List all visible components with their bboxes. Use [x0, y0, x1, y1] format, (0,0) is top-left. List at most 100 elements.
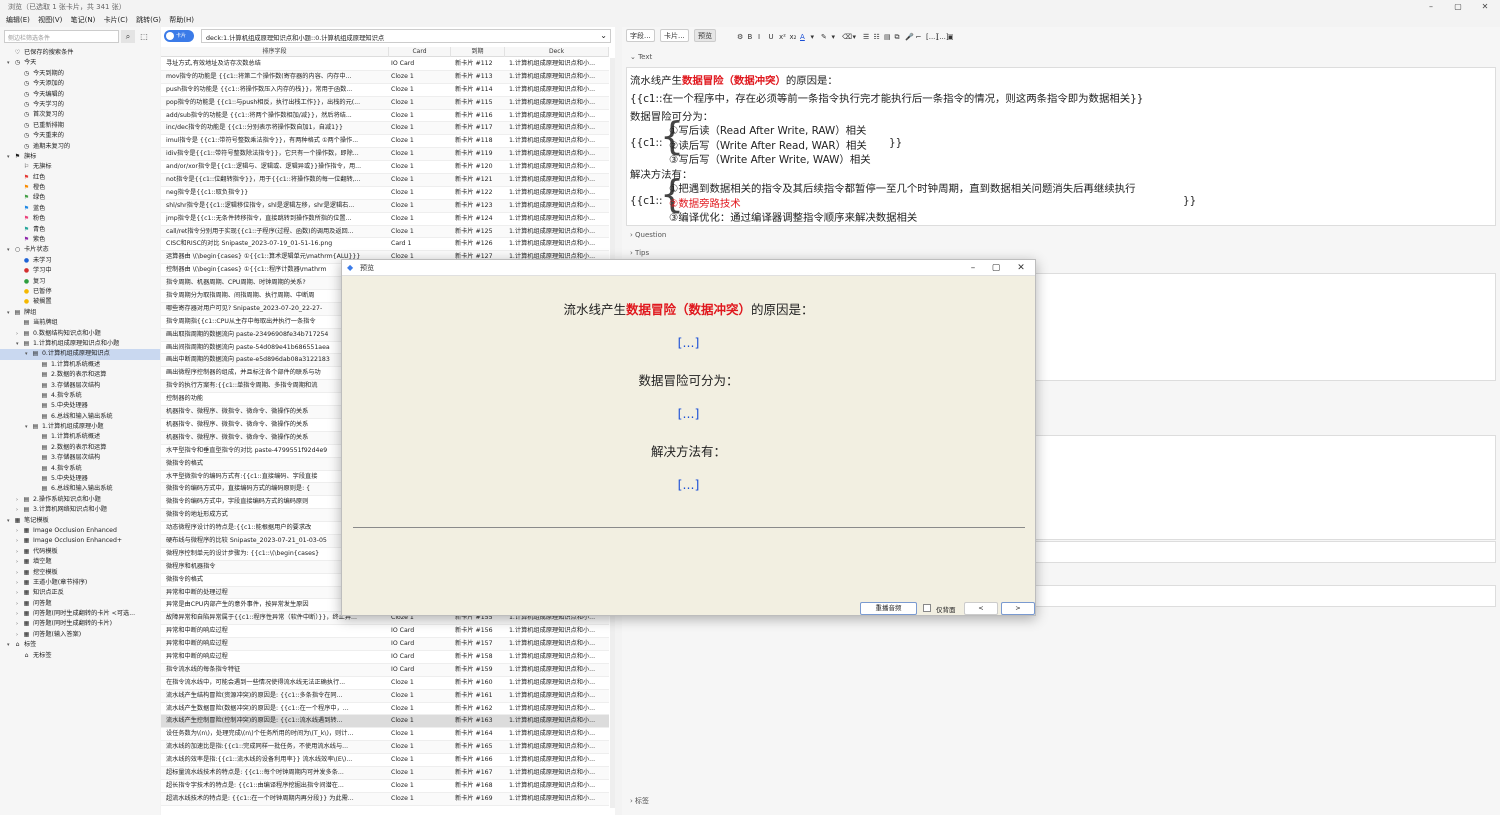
menu-notes[interactable]: 笔记(N): [71, 14, 96, 26]
table-row[interactable]: 指令流水线的每条指令特征 IO Card 新卡片 #159 1.计算机组成原理知识点和…: [161, 663, 609, 677]
expand-arrow-icon[interactable]: ›: [16, 505, 22, 515]
prev-card-button[interactable]: <: [964, 602, 998, 615]
sidebar-item[interactable]: ▤ 2.数据的表示和运算: [0, 370, 160, 380]
expand-arrow-icon[interactable]: ▾: [7, 58, 13, 68]
select-mode-icon[interactable]: ⬚: [137, 30, 151, 43]
sidebar-item[interactable]: ⚑ 红色: [0, 173, 160, 183]
column-card[interactable]: Card: [389, 47, 451, 57]
expand-arrow-icon[interactable]: ›: [16, 536, 22, 546]
sidebar-item[interactable]: ◷ 今天添加的: [0, 79, 160, 89]
sidebar-item[interactable]: ▤ 5.中央处理器: [0, 474, 160, 484]
sidebar-item[interactable]: ◷ 今天学习的: [0, 100, 160, 110]
sidebar-item[interactable]: › ▦ 问答题(同时生成翻转的卡片): [0, 619, 160, 629]
sidebar-item[interactable]: ▤ 2.数据的表示和运算: [0, 443, 160, 453]
table-row[interactable]: idiv指令是{{c1::带符号整数除法指令}}，它只有一个操作数，即除... C…: [161, 148, 609, 162]
dropdown-icon[interactable]: ▾: [829, 31, 839, 44]
sidebar-item[interactable]: ▤ 3.存储器层次结构: [0, 381, 160, 391]
expand-arrow-icon[interactable]: ▾: [7, 152, 13, 162]
sidebar-item[interactable]: ● 未学习: [0, 256, 160, 266]
sidebar-item[interactable]: ⚑ 绿色: [0, 193, 160, 203]
expand-arrow-icon[interactable]: ▾: [7, 640, 13, 650]
expand-arrow-icon[interactable]: ›: [16, 547, 22, 557]
sidebar-item[interactable]: ▤ 4.指令系统: [0, 464, 160, 474]
table-row[interactable]: 超标量流水线技术的特点是: {{c1::每个时钟周期内可并发多条... Cloze…: [161, 766, 609, 780]
sidebar-item[interactable]: ▤ 1.计算机系统概述: [0, 360, 160, 370]
chevron-down-icon[interactable]: ⌄: [600, 31, 607, 40]
sidebar-item[interactable]: ▤ 6.总线和输入输出系统: [0, 412, 160, 422]
sidebar-item[interactable]: ⌂ 无标签: [0, 651, 160, 661]
sidebar-item[interactable]: ▤ 4.指令系统: [0, 391, 160, 401]
sidebar-item[interactable]: ◷ 逾期未复习的: [0, 142, 160, 152]
sidebar-item[interactable]: ● 被搁置: [0, 297, 160, 307]
text-field-editor[interactable]: 流水线产生数据冒险（数据冲突）的原因是： {{c1::在一个程序中，存在必须等前…: [626, 67, 1496, 226]
sidebar-item[interactable]: › ▦ 王道小题(章节排序): [0, 578, 160, 588]
sidebar-item[interactable]: › ▦ 填空题: [0, 557, 160, 567]
sidebar-item[interactable]: ◷ 今天重来的: [0, 131, 160, 141]
sidebar-item[interactable]: › ▦ 代码模板: [0, 547, 160, 557]
expand-arrow-icon[interactable]: ›: [16, 609, 22, 619]
table-row[interactable]: 流水线产生结构冒险(资源冲突)的原因是: {{c1::多条指令在同... Cloz…: [161, 689, 609, 703]
preview-close-button[interactable]: ✕: [1010, 261, 1032, 275]
sidebar-item[interactable]: ▾ ▤ 1.计算机组成原理知识点和小题: [0, 339, 160, 349]
cards-button[interactable]: 卡片...: [660, 29, 689, 42]
sidebar-item[interactable]: ⚑ 粉色: [0, 214, 160, 224]
minimize-button[interactable]: –: [1420, 0, 1442, 13]
table-row[interactable]: 设任务数为\(n\)，处理完成\(n\)个任务所用的时间为\(T_k\)，则计.…: [161, 728, 609, 742]
menu-help[interactable]: 帮助(H): [169, 14, 194, 26]
text-color-icon[interactable]: A: [797, 31, 808, 44]
sidebar-item[interactable]: ▾ ◷ 今天: [0, 58, 160, 68]
sidebar-search-input[interactable]: 侧边栏筛选条件: [4, 30, 119, 43]
table-row[interactable]: 异常和中断的响应过程 IO Card 新卡片 #158 1.计算机组成原理知识点和小.…: [161, 651, 609, 664]
expand-arrow-icon[interactable]: ›: [16, 578, 22, 588]
search-query-input[interactable]: deck:1.计算机组成原理知识点和小题::0.计算机组成原理知识点 ⌄: [201, 29, 611, 43]
sidebar-item[interactable]: ▤ 1.计算机系统概述: [0, 432, 160, 442]
sidebar-item[interactable]: › ▤ 3.计算机网络知识点和小题: [0, 505, 160, 515]
menu-edit[interactable]: 编辑(E): [6, 14, 30, 26]
sidebar-item[interactable]: ● 复习: [0, 277, 160, 287]
expand-arrow-icon[interactable]: ›: [16, 599, 22, 609]
sidebar-item[interactable]: › ▦ 问答题(输入答案): [0, 630, 160, 640]
table-row[interactable]: and/or/xor指令是{{c1::逻辑与、逻辑或、逻辑异或}}操作指令，用.…: [161, 161, 609, 175]
expand-arrow-icon[interactable]: ›: [16, 526, 22, 536]
field-label-tags[interactable]: › 标签: [630, 796, 649, 806]
bold-icon[interactable]: B: [745, 31, 756, 44]
table-row[interactable]: inc/dec指令的功能是 {{c1::分别表示将操作数自加1，自减1}} Clo…: [161, 122, 609, 136]
table-row[interactable]: 流水线的加速比是指:{{c1::完成同样一批任务，不使用流水线与... Cloze…: [161, 741, 609, 755]
image-occlusion-icon[interactable]: ▣: [944, 31, 957, 44]
replay-audio-button[interactable]: 重播音频: [860, 602, 917, 615]
table-row[interactable]: shl/shr指令是{{c1::逻辑移位指令，shl是逻辑左移，shr是逻辑右.…: [161, 199, 609, 213]
table-row[interactable]: pop指令的功能是 {{c1::与push相反，执行出栈工作}}，出栈的元(..…: [161, 96, 609, 110]
sidebar-item[interactable]: › ▦ Image Occlusion Enhanced+: [0, 536, 160, 546]
sidebar-item[interactable]: › ▤ 0.数据结构知识点和小题: [0, 329, 160, 339]
table-row[interactable]: 异常和中断的响应过程 IO Card 新卡片 #156 1.计算机组成原理知识点和小.…: [161, 625, 609, 639]
field-label-tips[interactable]: › Tips: [630, 249, 649, 257]
table-row[interactable]: CISC和RISC的对比 Snipaste_2023-07-19_01-51-1…: [161, 238, 609, 252]
column-due[interactable]: 到期: [451, 47, 505, 57]
sidebar-item[interactable]: ▤ 6.总线和输入输出系统: [0, 484, 160, 494]
expand-arrow-icon[interactable]: ›: [16, 588, 22, 598]
sidebar-item[interactable]: ▾ ▤ 0.计算机组成原理知识点: [0, 349, 160, 360]
table-row[interactable]: imul指令是 {{c1::带符号整数乘法指令}}，有两种格式 ①两个操作...…: [161, 135, 609, 149]
table-row[interactable]: 流水线产生数据冒险(数据冲突)的原因是: {{c1::在一个程序中，... Clo…: [161, 703, 609, 716]
sidebar-item[interactable]: ▾ ▦ 笔记模板: [0, 516, 160, 526]
sidebar-item[interactable]: ⚑ 橙色: [0, 183, 160, 193]
sidebar-item[interactable]: ▤ 3.存储器层次结构: [0, 453, 160, 463]
next-card-button[interactable]: >: [1001, 602, 1035, 615]
expand-arrow-icon[interactable]: ▾: [7, 516, 13, 526]
table-row[interactable]: 寻址方式,有效地址及访存次数总结 IO Card 新卡片 #112 1.计算机组成原理…: [161, 58, 609, 71]
sidebar-item[interactable]: › ▦ 挖空模板: [0, 568, 160, 578]
table-row[interactable]: add/sub指令的功能是 {{c1::将两个操作数相加/减}}，然后将结...…: [161, 110, 609, 123]
table-row[interactable]: neg指令是{{c1::取负指令}} Cloze 1 新卡片 #122 1.计算机组成…: [161, 187, 609, 200]
expand-arrow-icon[interactable]: ▾: [7, 308, 13, 318]
sidebar-item[interactable]: ▾ ⚑ 旗标: [0, 152, 160, 162]
preview-maximize-button[interactable]: ▢: [985, 261, 1007, 275]
expand-arrow-icon[interactable]: ▾: [25, 422, 31, 432]
sidebar-item[interactable]: ♡ 已保存的搜索条件: [0, 48, 160, 58]
sidebar-item[interactable]: ▾ ▤ 牌组: [0, 308, 160, 318]
table-row[interactable]: 流水线的效率是指:{{c1::流水线的设备利用率}} 流水线效率\(E\)...…: [161, 754, 609, 767]
expand-arrow-icon[interactable]: ›: [16, 495, 22, 505]
search-icon[interactable]: ⌕: [121, 30, 135, 43]
expand-arrow-icon[interactable]: ›: [16, 557, 22, 567]
expand-arrow-icon[interactable]: ›: [16, 619, 22, 629]
sidebar-item[interactable]: ● 已暂停: [0, 287, 160, 297]
